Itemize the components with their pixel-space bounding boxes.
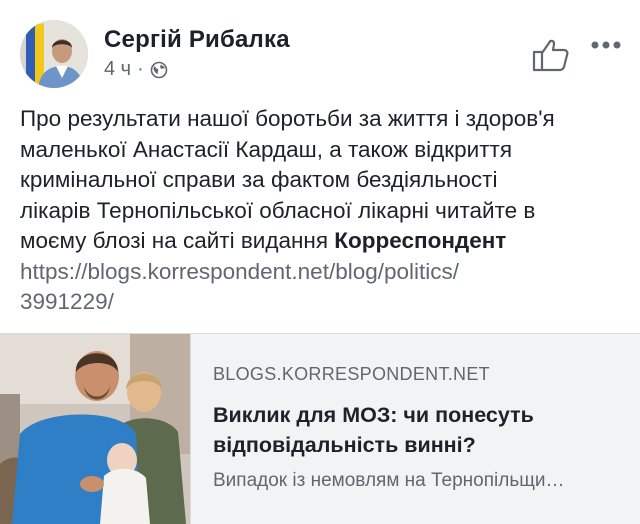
post-text-line: моєму блозі на сайті видання [20,228,335,253]
card-description: Випадок із немовлям на Тернопільщи… [213,470,565,491]
outlet-name: Корреспондент [334,228,507,253]
post-text-line: лікарів Тернопільської обласної лікарні … [20,197,536,223]
more-icon[interactable] [590,38,622,50]
card-title[interactable]: Виклик для МОЗ: чи понесуть відповідальн… [213,400,623,460]
card-domain: BLOGS.KORRESPONDENT.NET [213,364,490,384]
post-time[interactable]: 4 ч [104,58,131,81]
avatar[interactable] [20,20,88,88]
post-text: Про результати нашої боротьби за життя і… [20,104,620,318]
card-body[interactable]: BLOGS.KORRESPONDENT.NET Виклик для МОЗ: … [190,334,640,524]
post-link-continued[interactable]: 3991229/ [20,287,620,318]
card-title-line: Виклик для МОЗ: чи понесуть [213,403,534,427]
card-image[interactable] [0,334,190,524]
like-icon[interactable] [532,38,570,72]
post-link[interactable]: https://blogs.korrespondent.net/blog/pol… [20,257,620,288]
post-text-line: кримінальної справи за фактом бездіяльно… [20,167,498,192]
link-preview-card[interactable]: BLOGS.KORRESPONDENT.NET Виклик для МОЗ: … [0,333,640,524]
meta-separator: · [137,58,144,80]
globe-icon[interactable] [150,61,168,79]
post-text-line-last: моєму блозі на сайті видання Корреспонде… [20,226,620,257]
card-title-line: відповідальність винні? [213,433,476,457]
post-text-line: маленької Анастасії Кардаш, а також відк… [20,136,513,162]
post-header: Сергій Рибалка 4 ч · [20,20,622,92]
author-name[interactable]: Сергій Рибалка [104,26,290,54]
post-meta: 4 ч · [104,58,168,81]
post-text-line: Про результати нашої боротьби за життя і… [20,106,555,131]
